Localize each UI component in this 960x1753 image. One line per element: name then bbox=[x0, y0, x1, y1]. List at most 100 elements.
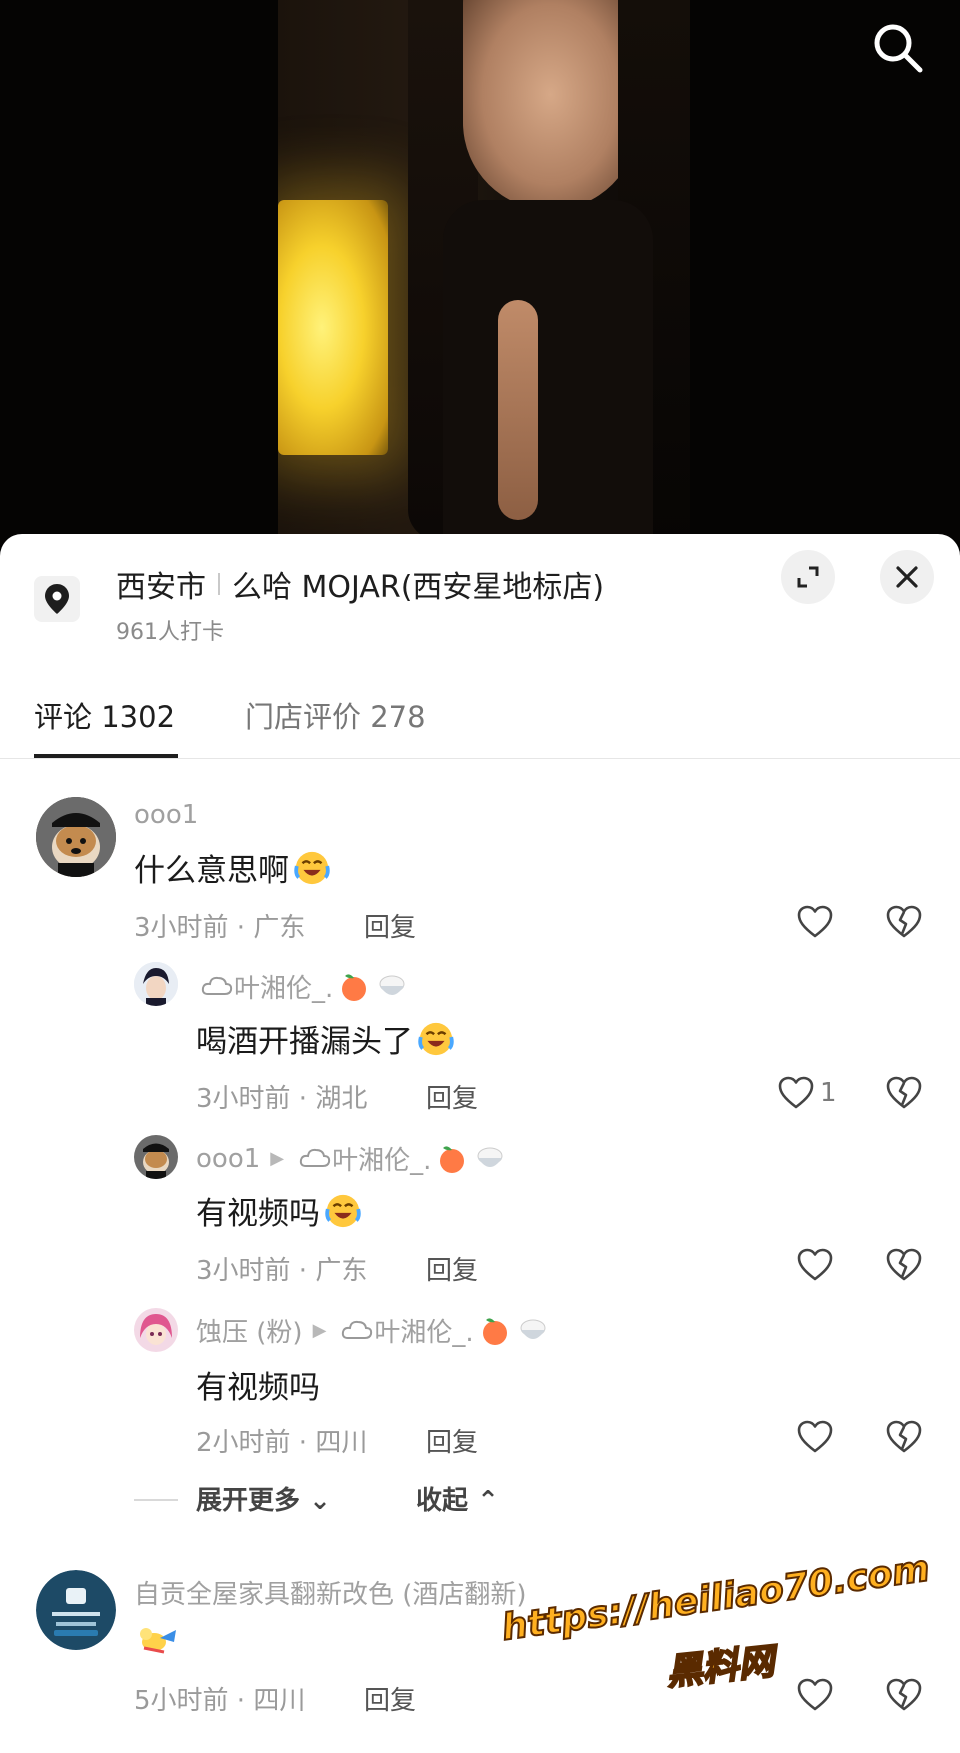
broken-heart-icon bbox=[886, 1076, 922, 1109]
like-button[interactable] bbox=[795, 1675, 835, 1715]
username-text: ooo1 bbox=[196, 1143, 261, 1174]
dislike-button[interactable] bbox=[884, 1417, 924, 1457]
username-text: 叶湘伦_. bbox=[234, 974, 334, 1004]
thread-line bbox=[134, 1499, 178, 1501]
dislike-button[interactable] bbox=[884, 1245, 924, 1285]
broken-heart-icon bbox=[886, 1678, 922, 1711]
broken-heart-icon bbox=[886, 1420, 922, 1453]
reply-button[interactable]: 回复 bbox=[426, 1250, 478, 1287]
search-icon bbox=[874, 24, 923, 73]
comment-meta: 2小时前 · 四川 bbox=[196, 1428, 368, 1458]
chevron-down-icon: ⌄ bbox=[309, 1486, 331, 1516]
collapse-button[interactable]: 收起 ⌃ bbox=[416, 1480, 499, 1517]
reply-button[interactable]: 回复 bbox=[364, 1680, 416, 1717]
crying-laugh-emoji-icon bbox=[418, 1022, 454, 1055]
broken-heart-icon bbox=[886, 1248, 922, 1281]
like-button[interactable] bbox=[776, 1073, 816, 1113]
peach-icon bbox=[342, 973, 367, 1001]
tab-comments[interactable]: 评论 1302 bbox=[34, 694, 175, 736]
crying-laugh-emoji-icon bbox=[325, 1194, 361, 1227]
title-separator bbox=[218, 573, 220, 595]
comment-meta: 3小时前 · 湖北 bbox=[196, 1084, 368, 1114]
chevron-up-icon: ⌃ bbox=[477, 1486, 499, 1516]
broken-heart-icon bbox=[886, 905, 922, 938]
avatar[interactable] bbox=[134, 962, 178, 1006]
comment-text-content: 有视频吗 bbox=[196, 1196, 320, 1232]
furniture-logo-avatar-icon bbox=[36, 1570, 116, 1650]
peach-icon bbox=[440, 1145, 465, 1173]
comment-text: 有视频吗 bbox=[196, 1362, 320, 1407]
comment-meta: 3小时前 · 广东 bbox=[134, 913, 306, 943]
like-button[interactable] bbox=[795, 1245, 835, 1285]
comment-username[interactable]: 自贡全屋家具翻新改色 (酒店翻新) bbox=[134, 1574, 527, 1611]
cloud-icon bbox=[299, 1148, 331, 1167]
peach-icon bbox=[482, 1317, 507, 1345]
tab-store-reviews[interactable]: 门店评价 278 bbox=[245, 694, 426, 736]
comment-text bbox=[134, 1620, 180, 1660]
cloud-icon bbox=[201, 976, 233, 995]
comment-text-content: 喝酒开播漏头了 bbox=[196, 1024, 413, 1060]
dislike-button[interactable] bbox=[884, 1675, 924, 1715]
close-icon bbox=[896, 566, 918, 588]
location-venue: 么哈 MOJAR(西安星地标店) bbox=[232, 570, 605, 605]
cloud-icon bbox=[342, 1320, 373, 1339]
dislike-button[interactable] bbox=[884, 1073, 924, 1113]
checkin-count: 961人打卡 bbox=[116, 620, 224, 645]
dress-cutout bbox=[498, 300, 538, 520]
avatar[interactable] bbox=[134, 1135, 178, 1179]
dislike-button[interactable] bbox=[884, 902, 924, 942]
like-count: 1 bbox=[820, 1078, 837, 1108]
comment-username[interactable]: 蚀压 (粉) ▶ 叶湘伦_. bbox=[196, 1312, 550, 1349]
crying-laugh-emoji-icon bbox=[294, 851, 330, 884]
comment-username[interactable]: 叶湘伦_. bbox=[196, 968, 409, 1005]
comment-text: 什么意思啊 bbox=[134, 845, 331, 890]
expand-more-button[interactable]: 展开更多 ⌄ bbox=[196, 1480, 331, 1517]
sticker-icon bbox=[140, 1628, 176, 1654]
comment-meta: 5小时前 · 四川 bbox=[134, 1686, 306, 1716]
comment-text: 有视频吗 bbox=[196, 1188, 362, 1233]
comment-text-content: 什么意思啊 bbox=[134, 853, 289, 889]
heart-icon bbox=[797, 1248, 833, 1281]
reply-button[interactable]: 回复 bbox=[426, 1422, 478, 1459]
like-button[interactable] bbox=[795, 1417, 835, 1457]
video-player[interactable] bbox=[0, 0, 960, 545]
comment-text-content: 有视频吗 bbox=[196, 1370, 320, 1406]
avatar[interactable] bbox=[134, 1308, 178, 1352]
video-frame bbox=[278, 0, 690, 545]
heart-icon bbox=[797, 905, 833, 938]
like-button[interactable] bbox=[795, 902, 835, 942]
comment-text: 喝酒开播漏头了 bbox=[196, 1016, 455, 1061]
expand-more-label: 展开更多 bbox=[196, 1486, 301, 1516]
comment-username[interactable]: ooo1 bbox=[134, 800, 198, 830]
close-button[interactable] bbox=[880, 550, 934, 604]
reply-button[interactable]: 回复 bbox=[364, 907, 416, 944]
reply-to-username: 叶湘伦_. bbox=[374, 1318, 474, 1348]
tabs-divider bbox=[0, 758, 960, 759]
heart-icon bbox=[797, 1420, 833, 1453]
collapse-label: 收起 bbox=[416, 1486, 469, 1516]
search-button[interactable] bbox=[868, 18, 928, 78]
username-text: 蚀压 (粉) bbox=[196, 1318, 303, 1348]
dog-avatar-icon bbox=[134, 1135, 178, 1179]
location-pin-badge bbox=[34, 576, 80, 622]
reply-arrow-icon: ▶ bbox=[270, 1148, 285, 1169]
reply-arrow-icon: ▶ bbox=[312, 1320, 327, 1341]
comment-meta: 3小时前 · 广东 bbox=[196, 1256, 368, 1286]
anime-girl-avatar-icon bbox=[134, 1308, 178, 1352]
heart-icon bbox=[797, 1678, 833, 1711]
lamp-light bbox=[278, 200, 388, 455]
location-city: 西安市 bbox=[116, 570, 206, 605]
avatar[interactable] bbox=[36, 1570, 116, 1650]
rice-bowl-icon bbox=[477, 1147, 503, 1167]
dress bbox=[443, 200, 653, 545]
reply-button[interactable]: 回复 bbox=[426, 1078, 478, 1115]
comment-username[interactable]: ooo1 ▶ 叶湘伦_. bbox=[196, 1140, 507, 1177]
expand-icon bbox=[797, 566, 819, 588]
location-pin-icon bbox=[45, 584, 69, 614]
anime-avatar-icon bbox=[134, 962, 178, 1006]
avatar[interactable] bbox=[36, 797, 116, 877]
reply-to-username: 叶湘伦_. bbox=[332, 1146, 432, 1176]
location-title[interactable]: 西安市 么哈 MOJAR(西安星地标店) bbox=[116, 562, 604, 606]
expand-button[interactable] bbox=[781, 550, 835, 604]
face bbox=[463, 0, 638, 210]
